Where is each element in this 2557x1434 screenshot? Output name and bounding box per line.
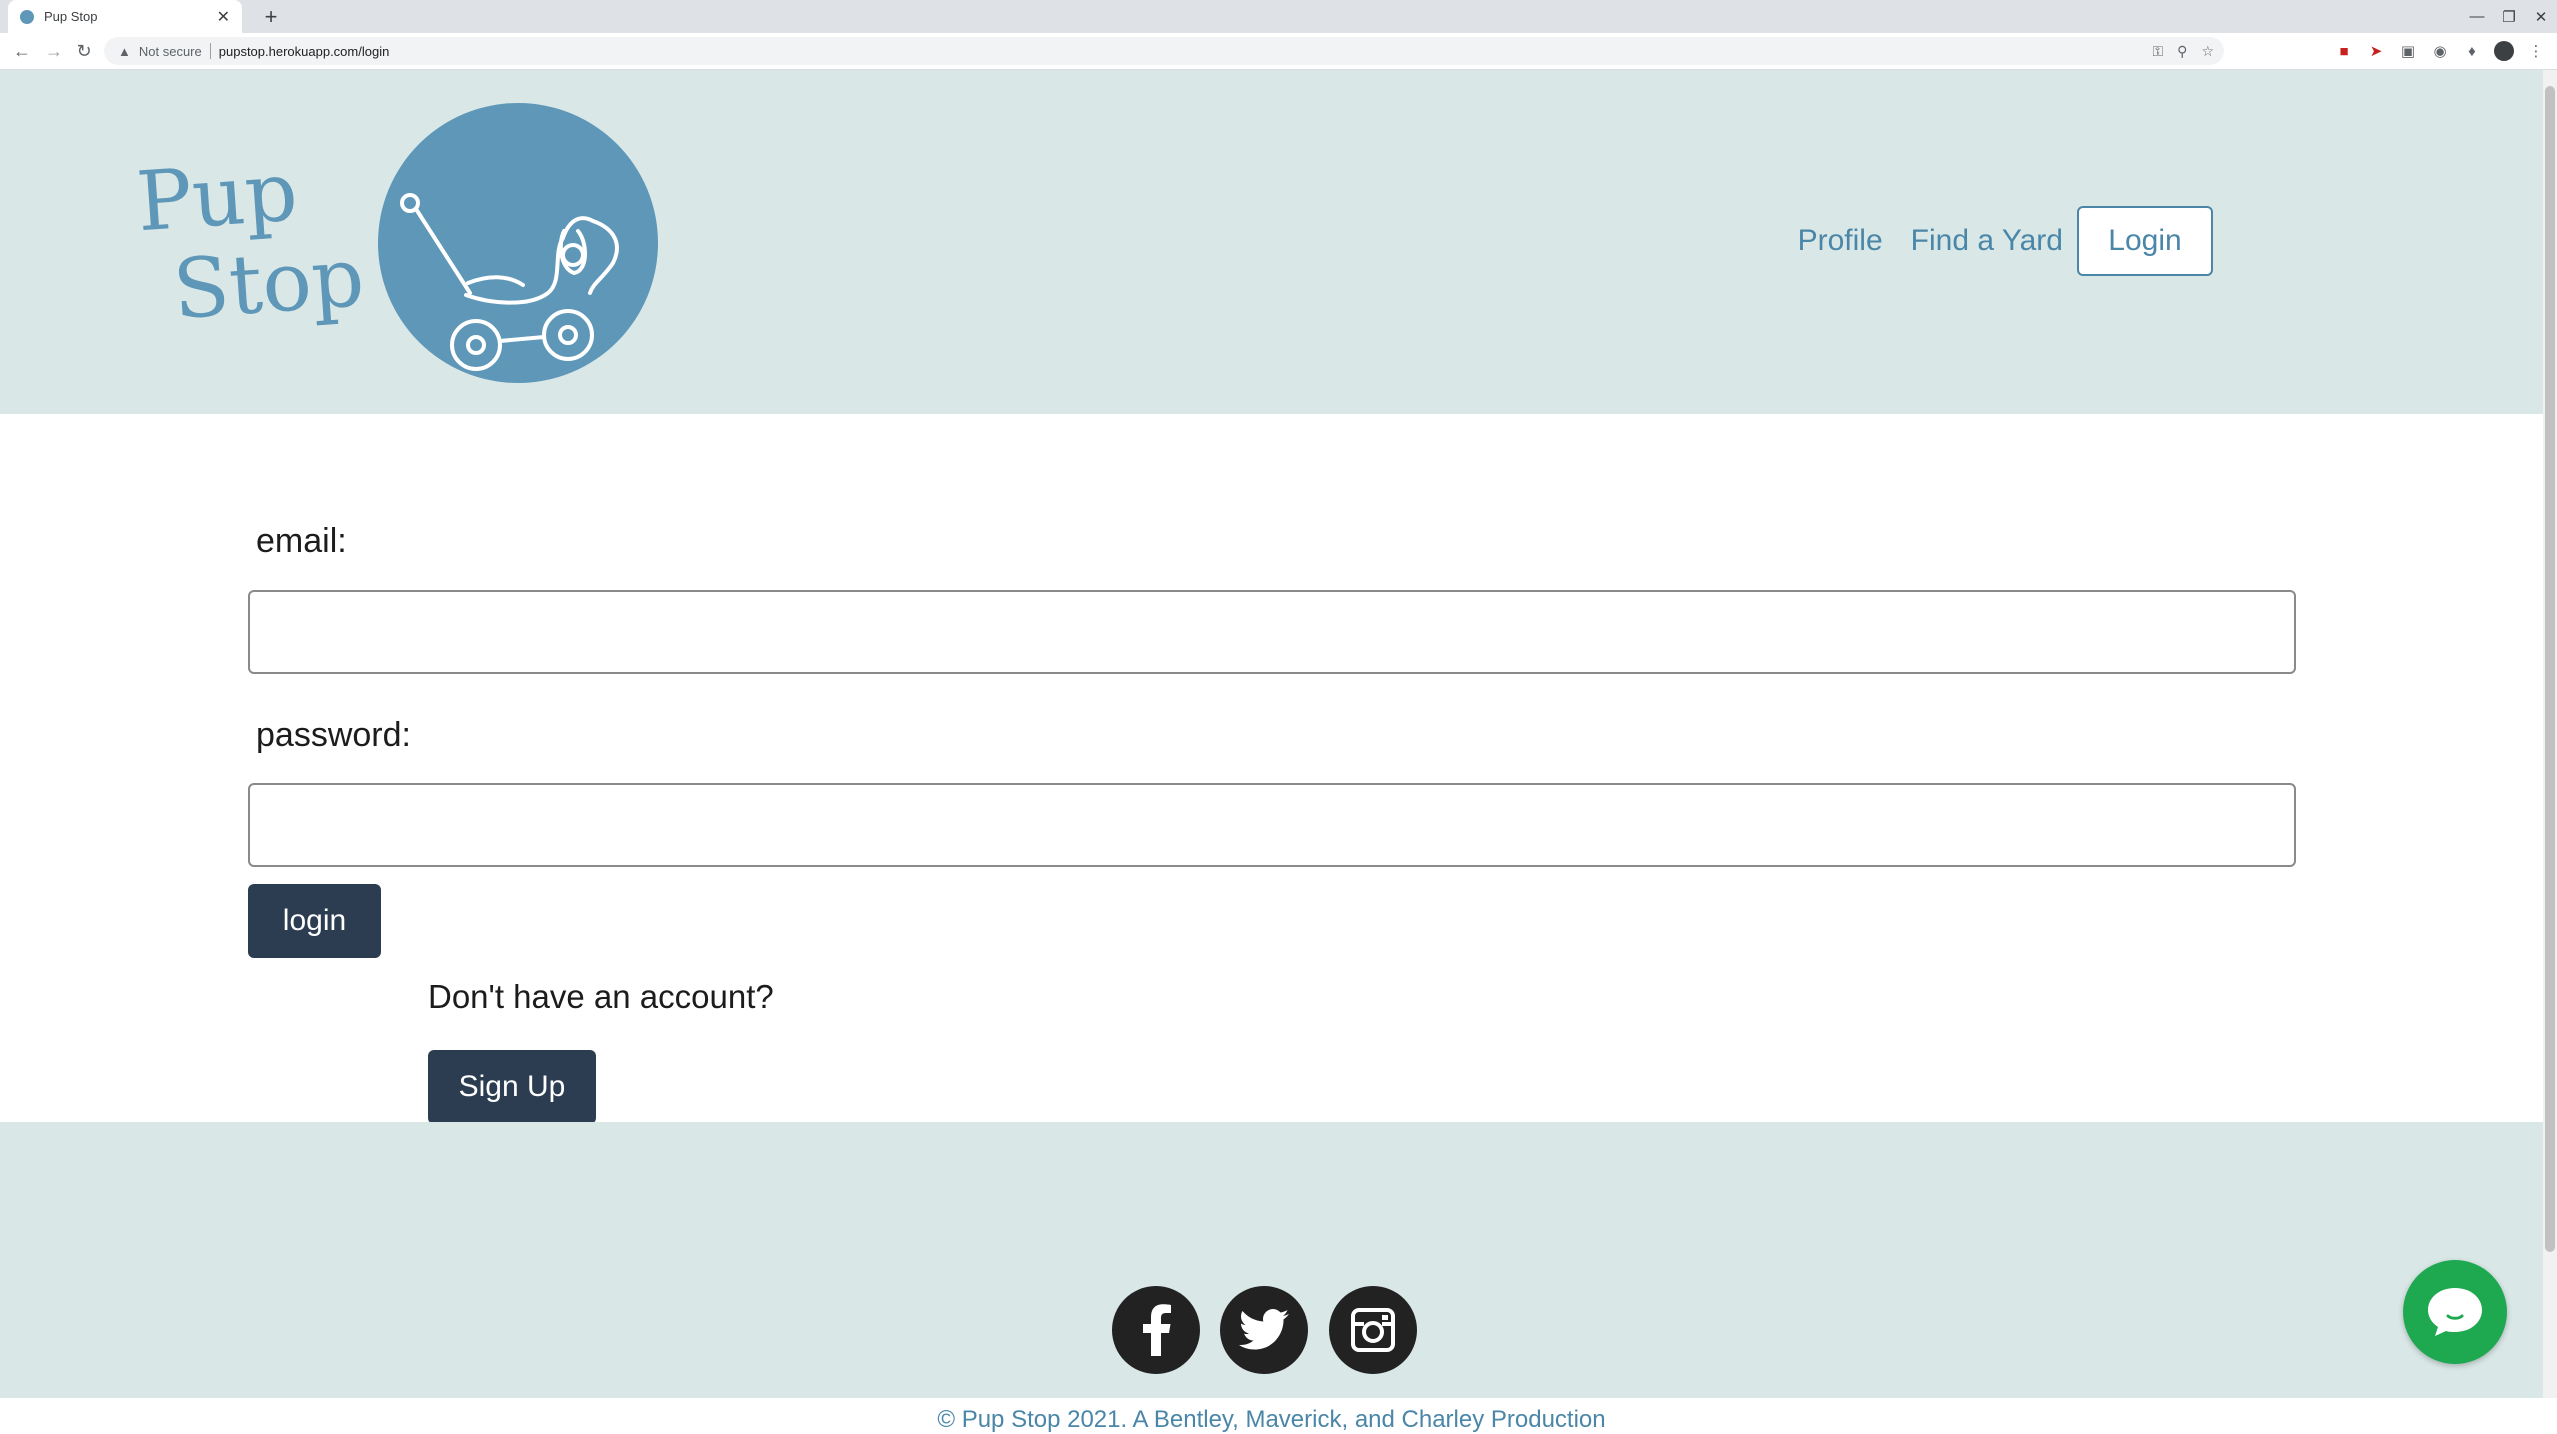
scrollbar-thumb[interactable] bbox=[2545, 86, 2555, 1252]
address-bar[interactable]: ▲ Not secure pupstop.herokuapp.com/login… bbox=[104, 37, 2224, 65]
extensions-bar: ■ ➤ ▣ ◉ ♦ ⋮ bbox=[2332, 39, 2548, 63]
no-account-text: Don't have an account? bbox=[428, 978, 774, 1015]
extension-arrow-icon[interactable]: ➤ bbox=[2364, 39, 2388, 63]
main-nav: Profile Find a Yard Login bbox=[1784, 206, 2213, 276]
email-label: email: bbox=[256, 522, 347, 560]
chat-icon bbox=[2428, 1288, 2482, 1336]
facebook-icon[interactable] bbox=[1112, 1286, 1200, 1374]
extension-screenshot-icon[interactable]: ▣ bbox=[2396, 39, 2420, 63]
browser-tabstrip: Pup Stop ✕ + — ❐ ✕ bbox=[0, 0, 2557, 33]
logo-wordmark[interactable]: Pup Stop bbox=[134, 142, 386, 338]
site-footer: © Pup Stop 2021. A Bentley, Maverick, an… bbox=[0, 1122, 2543, 1433]
divider bbox=[209, 43, 211, 59]
email-field[interactable] bbox=[248, 590, 2296, 674]
reload-icon[interactable]: ↻ bbox=[72, 39, 96, 63]
close-window-button[interactable]: ✕ bbox=[2525, 0, 2557, 33]
avatar[interactable] bbox=[2492, 39, 2516, 63]
site-header: Pup Stop Profile Find a Yard Login bbox=[0, 70, 2543, 414]
sign-up-button[interactable]: Sign Up bbox=[428, 1050, 596, 1124]
restore-button[interactable]: ❐ bbox=[2493, 0, 2525, 33]
login-button[interactable]: login bbox=[248, 884, 381, 958]
back-arrow-icon[interactable]: ← bbox=[10, 39, 34, 63]
page: Pup Stop Profile Find a Yard Login email… bbox=[0, 70, 2543, 1433]
key-icon[interactable]: ⚿ bbox=[2153, 43, 2164, 60]
password-field[interactable] bbox=[248, 783, 2296, 867]
chat-launcher-button[interactable] bbox=[2403, 1260, 2507, 1364]
warning-icon: ▲ bbox=[118, 43, 131, 59]
forward-arrow-icon[interactable]: → bbox=[42, 39, 66, 63]
nav-profile-link[interactable]: Profile bbox=[1784, 224, 1897, 258]
star-icon[interactable]: ☆ bbox=[2201, 43, 2214, 60]
extension-shield-icon[interactable]: ■ bbox=[2332, 39, 2356, 63]
tab-title: Pup Stop bbox=[44, 9, 98, 24]
zoom-icon[interactable]: ⚲ bbox=[2177, 43, 2187, 60]
password-label: password: bbox=[256, 716, 411, 754]
new-tab-button[interactable]: + bbox=[258, 4, 284, 30]
puzzle-icon[interactable]: ♦ bbox=[2460, 39, 2484, 63]
window-controls: — ❐ ✕ bbox=[2461, 0, 2557, 33]
url-text[interactable]: pupstop.herokuapp.com/login bbox=[219, 44, 390, 59]
nav-find-yard-link[interactable]: Find a Yard bbox=[1897, 224, 2077, 258]
instagram-icon[interactable] bbox=[1329, 1286, 1417, 1374]
twitter-icon[interactable] bbox=[1220, 1286, 1308, 1374]
site-favicon-icon bbox=[20, 9, 34, 24]
menu-icon[interactable]: ⋮ bbox=[2524, 39, 2548, 63]
logo-line-2: Stop bbox=[170, 229, 368, 339]
omnibox-actions: ⚿ ⚲ ☆ bbox=[2153, 37, 2224, 65]
close-icon[interactable]: ✕ bbox=[217, 7, 230, 27]
copyright-text: © Pup Stop 2021. A Bentley, Maverick, an… bbox=[937, 1406, 1606, 1433]
nav-login-button[interactable]: Login bbox=[2077, 206, 2213, 276]
pull-toy-dog-icon[interactable] bbox=[378, 103, 658, 383]
extension-color-icon[interactable]: ◉ bbox=[2428, 39, 2452, 63]
browser-tab[interactable]: Pup Stop ✕ bbox=[8, 0, 242, 33]
security-label: Not secure bbox=[138, 43, 202, 59]
minimize-button[interactable]: — bbox=[2461, 0, 2493, 33]
browser-toolbar: ← → ↻ ▲ Not secure pupstop.herokuapp.com… bbox=[0, 33, 2557, 70]
